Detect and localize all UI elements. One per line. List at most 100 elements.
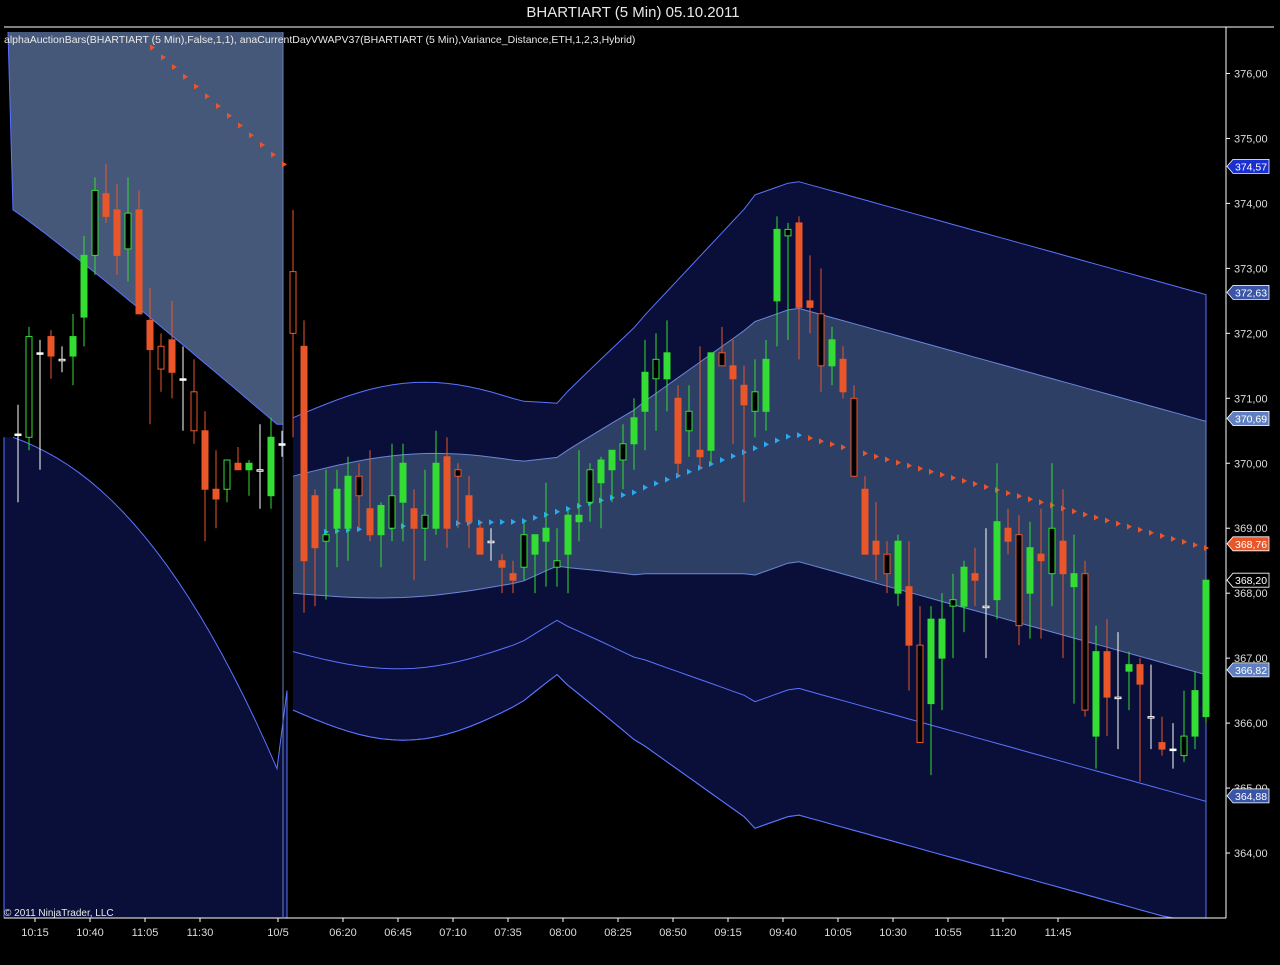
candle[interactable] xyxy=(212,450,220,529)
candle-body xyxy=(190,391,198,432)
candle[interactable] xyxy=(69,313,77,386)
candle-body xyxy=(113,209,121,256)
candle-body xyxy=(685,410,693,432)
candle-body xyxy=(245,462,253,471)
candle-body xyxy=(1048,527,1056,575)
candle-body xyxy=(465,495,473,523)
candle-body xyxy=(410,508,418,529)
candle-body xyxy=(531,534,539,555)
candle-body xyxy=(1125,664,1133,672)
candle-body xyxy=(949,599,957,607)
candle-body xyxy=(817,313,825,367)
candle-body xyxy=(355,475,363,497)
candle[interactable] xyxy=(850,385,858,477)
candle-body xyxy=(1103,651,1111,698)
candle[interactable] xyxy=(234,447,242,471)
candle-body xyxy=(432,462,440,529)
candle[interactable] xyxy=(179,346,187,431)
candle-body xyxy=(1114,696,1122,700)
x-tick-label: 08:50 xyxy=(659,927,687,939)
candle-body xyxy=(498,560,506,568)
candle-body xyxy=(663,352,671,380)
candle[interactable] xyxy=(190,359,198,444)
candle[interactable] xyxy=(47,330,55,379)
x-tick-label: 09:15 xyxy=(714,927,742,939)
candle-body xyxy=(509,573,517,581)
candle-body xyxy=(729,365,737,380)
candle-body xyxy=(707,352,715,451)
copyright-notice: © 2011 NinjaTrader, LLC xyxy=(4,908,114,919)
candle-body xyxy=(267,436,275,497)
candle[interactable] xyxy=(201,411,209,542)
candle-body xyxy=(1180,735,1188,757)
candle-body xyxy=(201,430,209,490)
candle[interactable] xyxy=(674,385,682,477)
price-badge: 372,63 xyxy=(1226,285,1270,300)
time-axis[interactable]: 10:15 10:40 11:05 11:30 10/5 06:20 06:45 07:10 0… xyxy=(21,918,1071,939)
candle-body xyxy=(454,469,462,477)
candle-body xyxy=(278,443,286,446)
candle-body xyxy=(828,339,836,367)
candle-body xyxy=(1004,527,1012,542)
candle-body xyxy=(212,488,220,500)
candle-body xyxy=(795,222,803,308)
x-tick-label: 10:40 xyxy=(76,927,104,939)
candle[interactable] xyxy=(289,209,297,438)
candle-body xyxy=(1202,579,1210,718)
candle[interactable] xyxy=(707,352,715,464)
price-badge-label: 372,63 xyxy=(1235,287,1267,299)
vwap-bands xyxy=(3,31,1207,919)
candle[interactable] xyxy=(157,333,165,392)
candle-body xyxy=(564,514,572,555)
candle[interactable] xyxy=(223,459,231,503)
prev-upper-band xyxy=(7,31,284,425)
candle-body xyxy=(619,443,627,461)
candle[interactable] xyxy=(1015,515,1023,646)
candle-body xyxy=(289,271,297,334)
price-badges: 374,57 372,63 370,69 368,76 368,20 366,82 364,… xyxy=(1226,158,1270,804)
price-badge: 374,57 xyxy=(1226,158,1270,174)
candle[interactable] xyxy=(245,460,253,496)
candle-body xyxy=(256,469,264,472)
price-badge-label: 368,20 xyxy=(1235,575,1267,587)
candle[interactable] xyxy=(58,346,66,373)
candle-body xyxy=(1147,716,1155,719)
candle-body xyxy=(938,618,946,659)
candle-body xyxy=(377,504,385,536)
candle-body xyxy=(36,352,44,355)
candle-body xyxy=(630,417,638,445)
price-axis[interactable]: 364,00365,00366,00367,00368,00369,00370,… xyxy=(1226,68,1268,860)
candle-body xyxy=(443,456,451,529)
price-badge: 368,20 xyxy=(1226,572,1270,588)
candle-body xyxy=(1191,690,1199,737)
x-tick-label: 10/5 xyxy=(267,927,288,939)
candle[interactable] xyxy=(267,417,275,509)
candle-body xyxy=(971,573,979,581)
candle-body xyxy=(1059,540,1067,575)
candle-body xyxy=(806,300,814,308)
y-tick-label: 370,00 xyxy=(1234,458,1268,470)
y-tick-label: 364,00 xyxy=(1234,848,1268,860)
candle-body xyxy=(553,560,561,568)
chart-canvas[interactable]: 364,00365,00366,00367,00368,00369,00370,… xyxy=(0,0,1280,965)
y-tick-label: 374,00 xyxy=(1234,198,1268,210)
candle-body xyxy=(80,254,88,318)
x-tick-label: 10:55 xyxy=(934,927,962,939)
candle-body xyxy=(1026,547,1034,594)
candle-body xyxy=(421,514,429,529)
candle[interactable] xyxy=(278,430,286,457)
candle[interactable] xyxy=(256,424,264,509)
candle-body xyxy=(1169,748,1177,752)
candle-body xyxy=(333,488,341,529)
candle[interactable] xyxy=(25,326,33,451)
x-tick-label: 08:00 xyxy=(549,927,577,939)
y-tick-label: 369,00 xyxy=(1234,523,1268,535)
candle-body xyxy=(344,475,352,529)
x-tick-label: 09:40 xyxy=(769,927,797,939)
candle[interactable] xyxy=(1081,560,1089,717)
candle-body xyxy=(850,397,858,477)
candle-body xyxy=(399,462,407,503)
candle[interactable] xyxy=(1202,579,1210,724)
price-badge-label: 370,69 xyxy=(1235,413,1267,425)
y-tick-label: 366,00 xyxy=(1234,718,1268,730)
